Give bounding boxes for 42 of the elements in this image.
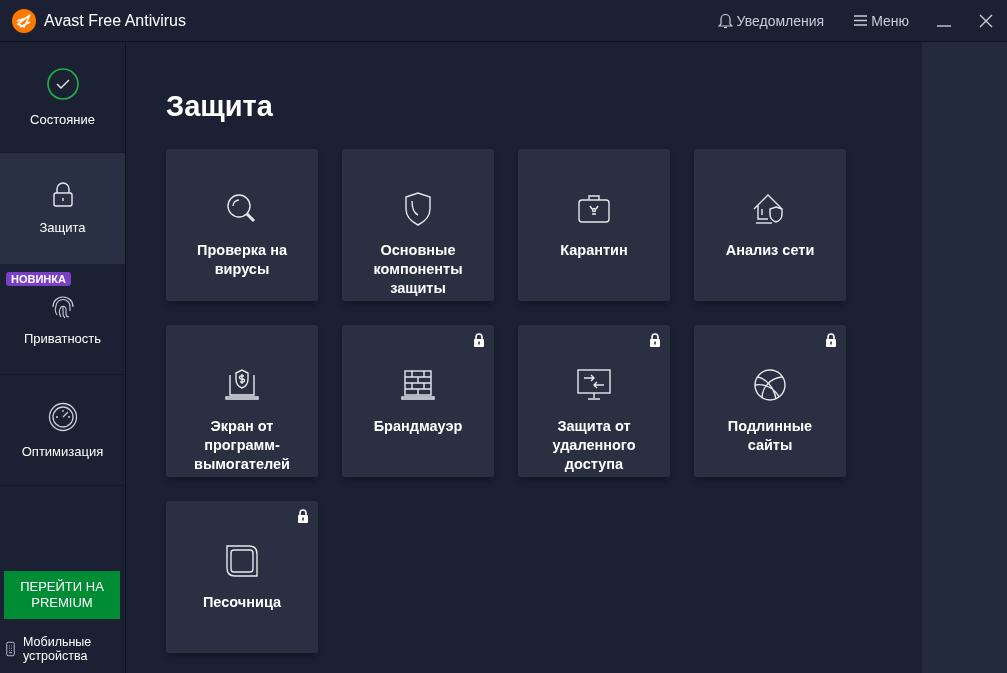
tile-label: Песочница: [201, 593, 283, 612]
tile-label: Защита от удаленного доступа: [551, 417, 637, 474]
mobile-devices-link[interactable]: Мобильные устройства: [23, 635, 125, 663]
feature-tile[interactable]: Основные компоненты защиты: [342, 149, 494, 301]
window-title: Avast Free Antivirus: [44, 11, 187, 30]
menu-icon: [854, 15, 868, 26]
tile-label: Карантин: [559, 241, 629, 260]
feature-tile[interactable]: Подлинные сайты: [694, 325, 846, 477]
sidebar-item[interactable]: НОВИНКА Приватность: [0, 264, 125, 375]
new-badge: НОВИНКА: [6, 272, 71, 286]
tile-label: Брандмауэр: [372, 417, 464, 436]
feature-tile[interactable]: Анализ сети: [694, 149, 846, 301]
sidebar-item[interactable]: Оптимизация: [0, 375, 125, 486]
tile-label: Подлинные сайты: [726, 417, 814, 455]
avast-logo: [12, 8, 36, 33]
menu-button[interactable]: Меню: [854, 12, 909, 29]
padlock-icon: [51, 181, 74, 208]
sidebar-label: Состояние: [30, 111, 95, 127]
sidebar-item[interactable]: Защита: [0, 153, 125, 264]
sidebar-label: Приватность: [23, 330, 102, 346]
tile-label: Экран от программ-вымогателей: [193, 417, 291, 474]
feature-tile[interactable]: Защита от удаленного доступа: [518, 325, 670, 477]
bell-icon: [717, 12, 733, 29]
sidebar-label: Оптимизация: [21, 443, 104, 459]
tile-label: Основные компоненты защиты: [372, 241, 464, 298]
tile-label: Анализ сети: [724, 241, 816, 260]
feature-tile[interactable]: Песочница: [166, 501, 318, 653]
speedometer-icon: [47, 401, 78, 432]
tile-label: Проверка на вирусы: [196, 241, 288, 279]
minimize-icon: [937, 24, 951, 27]
feature-tile[interactable]: Брандмауэр: [342, 325, 494, 477]
phone-icon: [6, 639, 15, 659]
sidebar-label: Защита: [39, 219, 86, 235]
page-title: Защита: [166, 90, 274, 123]
close-button[interactable]: [979, 13, 993, 28]
check-circle-icon: [46, 67, 79, 100]
feature-tile[interactable]: Карантин: [518, 149, 670, 301]
close-icon: [979, 13, 993, 28]
premium-button[interactable]: ПЕРЕЙТИ НА PREMIUM: [4, 571, 120, 619]
feature-tile[interactable]: Экран от программ-вымогателей: [166, 325, 318, 477]
feature-tile[interactable]: Проверка на вирусы: [166, 149, 318, 301]
notifications-button[interactable]: Уведомления: [717, 12, 825, 29]
